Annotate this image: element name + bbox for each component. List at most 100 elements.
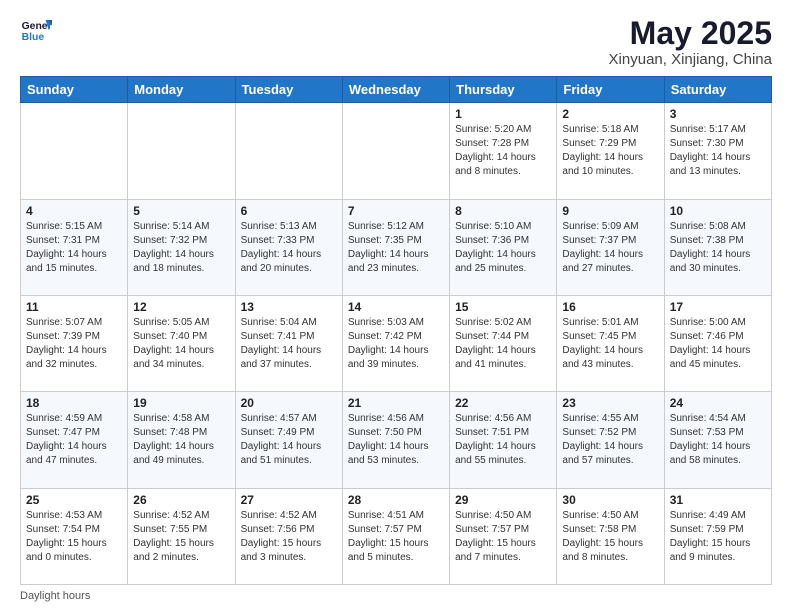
day-number: 20 — [241, 396, 337, 410]
day-number: 7 — [348, 204, 444, 218]
day-number: 17 — [670, 300, 766, 314]
day-number: 15 — [455, 300, 551, 314]
cell-content: Sunrise: 4:57 AM Sunset: 7:49 PM Dayligh… — [241, 412, 337, 468]
cell-content: Sunrise: 4:56 AM Sunset: 7:50 PM Dayligh… — [348, 412, 444, 468]
day-number: 18 — [26, 396, 122, 410]
calendar-cell — [342, 103, 449, 199]
calendar-cell: 15 Sunrise: 5:02 AM Sunset: 7:44 PM Dayli… — [450, 295, 557, 391]
day-number: 21 — [348, 396, 444, 410]
calendar-cell: 18 Sunrise: 4:59 AM Sunset: 7:47 PM Dayli… — [21, 392, 128, 488]
calendar-cell: 20 Sunrise: 4:57 AM Sunset: 7:49 PM Dayli… — [235, 392, 342, 488]
cell-content: Sunrise: 5:00 AM Sunset: 7:46 PM Dayligh… — [670, 316, 766, 372]
main-title: May 2025 — [609, 16, 772, 51]
calendar-cell: 26Sunrise: 4:52 AM Sunset: 7:55 PM Dayli… — [128, 488, 235, 584]
footer-note: Daylight hours — [20, 590, 772, 602]
calendar-week-1: 1 Sunrise: 5:20 AM Sunset: 7:28 PM Daylig… — [21, 103, 772, 199]
day-number: 9 — [562, 204, 658, 218]
calendar-cell: 1 Sunrise: 5:20 AM Sunset: 7:28 PM Daylig… — [450, 103, 557, 199]
day-number: 4 — [26, 204, 122, 218]
day-number: 6 — [241, 204, 337, 218]
calendar-body: 1 Sunrise: 5:20 AM Sunset: 7:28 PM Daylig… — [21, 103, 772, 585]
day-number: 3 — [670, 107, 766, 121]
calendar-cell: 19Sunrise: 4:58 AM Sunset: 7:48 PM Dayli… — [128, 392, 235, 488]
day-number: 13 — [241, 300, 337, 314]
calendar-cell: 14Sunrise: 5:03 AM Sunset: 7:42 PM Dayli… — [342, 295, 449, 391]
cell-content: Sunrise: 4:49 AM Sunset: 7:59 PM Dayligh… — [670, 509, 766, 565]
cell-content: Sunrise: 5:07 AM Sunset: 7:39 PM Dayligh… — [26, 316, 122, 372]
calendar-cell: 8Sunrise: 5:10 AM Sunset: 7:36 PM Daylig… — [450, 199, 557, 295]
cell-content: Sunrise: 4:50 AM Sunset: 7:58 PM Dayligh… — [562, 509, 658, 565]
cell-content: Sunrise: 5:01 AM Sunset: 7:45 PM Dayligh… — [562, 316, 658, 372]
cell-content: Sunrise: 5:12 AM Sunset: 7:35 PM Dayligh… — [348, 220, 444, 276]
cell-content: Sunrise: 4:54 AM Sunset: 7:53 PM Dayligh… — [670, 412, 766, 468]
cell-content: Sunrise: 5:13 AM Sunset: 7:33 PM Dayligh… — [241, 220, 337, 276]
day-number: 8 — [455, 204, 551, 218]
calendar-week-2: 4 Sunrise: 5:15 AM Sunset: 7:31 PM Daylig… — [21, 199, 772, 295]
cell-content: Sunrise: 5:17 AM Sunset: 7:30 PM Dayligh… — [670, 123, 766, 179]
calendar-week-3: 11 Sunrise: 5:07 AM Sunset: 7:39 PM Dayli… — [21, 295, 772, 391]
col-monday: Monday — [128, 77, 235, 103]
col-wednesday: Wednesday — [342, 77, 449, 103]
calendar-cell — [128, 103, 235, 199]
calendar-cell: 6 Sunrise: 5:13 AM Sunset: 7:33 PM Daylig… — [235, 199, 342, 295]
cell-content: Sunrise: 5:18 AM Sunset: 7:29 PM Dayligh… — [562, 123, 658, 179]
col-tuesday: Tuesday — [235, 77, 342, 103]
calendar-cell: 30 Sunrise: 4:50 AM Sunset: 7:58 PM Dayli… — [557, 488, 664, 584]
day-number: 25 — [26, 493, 122, 507]
calendar-cell — [235, 103, 342, 199]
calendar-cell: 12Sunrise: 5:05 AM Sunset: 7:40 PM Dayli… — [128, 295, 235, 391]
calendar-cell: 9Sunrise: 5:09 AM Sunset: 7:37 PM Daylig… — [557, 199, 664, 295]
cell-content: Sunrise: 4:53 AM Sunset: 7:54 PM Dayligh… — [26, 509, 122, 565]
col-saturday: Saturday — [664, 77, 771, 103]
calendar-cell: 11 Sunrise: 5:07 AM Sunset: 7:39 PM Dayli… — [21, 295, 128, 391]
calendar-cell — [21, 103, 128, 199]
day-number: 16 — [562, 300, 658, 314]
calendar-cell: 3 Sunrise: 5:17 AM Sunset: 7:30 PM Daylig… — [664, 103, 771, 199]
day-number: 14 — [348, 300, 444, 314]
calendar-cell: 10Sunrise: 5:08 AM Sunset: 7:38 PM Dayli… — [664, 199, 771, 295]
day-number: 26 — [133, 493, 229, 507]
cell-content: Sunrise: 5:20 AM Sunset: 7:28 PM Dayligh… — [455, 123, 551, 179]
cell-content: Sunrise: 4:50 AM Sunset: 7:57 PM Dayligh… — [455, 509, 551, 565]
calendar-cell: 7 Sunrise: 5:12 AM Sunset: 7:35 PM Daylig… — [342, 199, 449, 295]
calendar-cell: 29Sunrise: 4:50 AM Sunset: 7:57 PM Dayli… — [450, 488, 557, 584]
day-number: 5 — [133, 204, 229, 218]
cell-content: Sunrise: 5:15 AM Sunset: 7:31 PM Dayligh… — [26, 220, 122, 276]
cell-content: Sunrise: 4:52 AM Sunset: 7:56 PM Dayligh… — [241, 509, 337, 565]
logo-icon: General Blue — [20, 16, 52, 44]
calendar-cell: 4 Sunrise: 5:15 AM Sunset: 7:31 PM Daylig… — [21, 199, 128, 295]
day-number: 12 — [133, 300, 229, 314]
svg-text:Blue: Blue — [22, 32, 45, 43]
calendar-cell: 22 Sunrise: 4:56 AM Sunset: 7:51 PM Dayli… — [450, 392, 557, 488]
day-number: 19 — [133, 396, 229, 410]
day-number: 28 — [348, 493, 444, 507]
calendar-cell: 13Sunrise: 5:04 AM Sunset: 7:41 PM Dayli… — [235, 295, 342, 391]
calendar-cell: 25 Sunrise: 4:53 AM Sunset: 7:54 PM Dayli… — [21, 488, 128, 584]
calendar-cell: 24Sunrise: 4:54 AM Sunset: 7:53 PM Dayli… — [664, 392, 771, 488]
day-number: 1 — [455, 107, 551, 121]
page: General Blue May 2025 Xinyuan, Xinjiang,… — [0, 0, 792, 612]
title-block: May 2025 Xinyuan, Xinjiang, China — [609, 16, 772, 68]
calendar-week-4: 18 Sunrise: 4:59 AM Sunset: 7:47 PM Dayli… — [21, 392, 772, 488]
day-number: 30 — [562, 493, 658, 507]
header-row: Sunday Monday Tuesday Wednesday Thursday… — [21, 77, 772, 103]
calendar-cell: 16 Sunrise: 5:01 AM Sunset: 7:45 PM Dayli… — [557, 295, 664, 391]
day-number: 23 — [562, 396, 658, 410]
cell-content: Sunrise: 5:02 AM Sunset: 7:44 PM Dayligh… — [455, 316, 551, 372]
cell-content: Sunrise: 4:59 AM Sunset: 7:47 PM Dayligh… — [26, 412, 122, 468]
calendar-cell: 28Sunrise: 4:51 AM Sunset: 7:57 PM Dayli… — [342, 488, 449, 584]
calendar-cell: 5Sunrise: 5:14 AM Sunset: 7:32 PM Daylig… — [128, 199, 235, 295]
day-number: 2 — [562, 107, 658, 121]
col-sunday: Sunday — [21, 77, 128, 103]
calendar-table: Sunday Monday Tuesday Wednesday Thursday… — [20, 76, 772, 585]
col-friday: Friday — [557, 77, 664, 103]
calendar-cell: 21 Sunrise: 4:56 AM Sunset: 7:50 PM Dayli… — [342, 392, 449, 488]
day-number: 27 — [241, 493, 337, 507]
calendar-cell: 23Sunrise: 4:55 AM Sunset: 7:52 PM Dayli… — [557, 392, 664, 488]
day-number: 10 — [670, 204, 766, 218]
day-number: 22 — [455, 396, 551, 410]
calendar-cell: 2 Sunrise: 5:18 AM Sunset: 7:29 PM Daylig… — [557, 103, 664, 199]
day-number: 11 — [26, 300, 122, 314]
subtitle: Xinyuan, Xinjiang, China — [609, 51, 772, 68]
cell-content: Sunrise: 4:56 AM Sunset: 7:51 PM Dayligh… — [455, 412, 551, 468]
